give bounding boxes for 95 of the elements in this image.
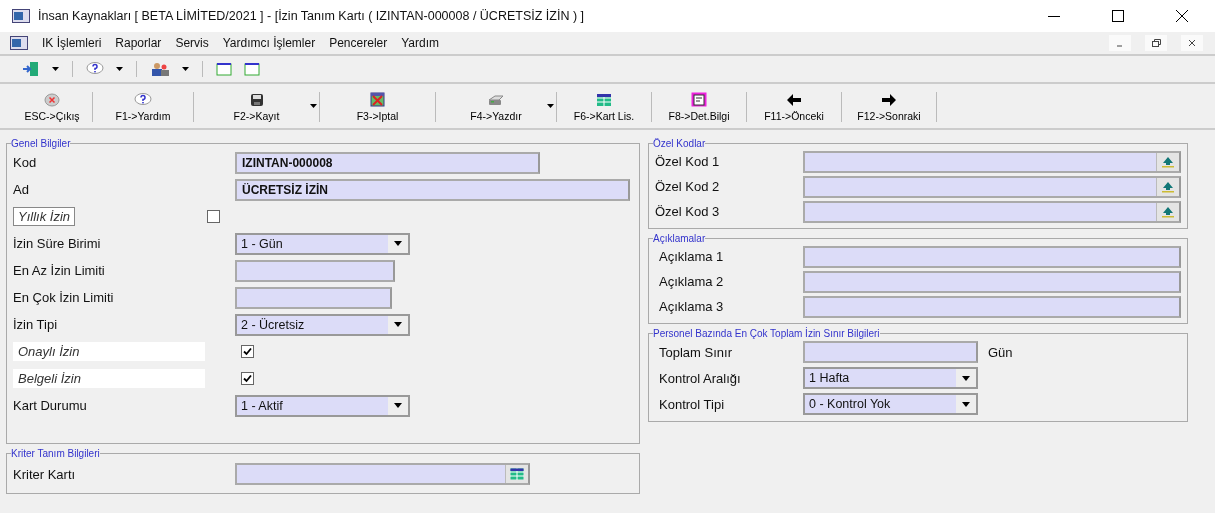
people-icon[interactable] [150,61,170,77]
toolbar-button[interactable]: ESC->Çıkış [12,90,92,124]
right-arrow-icon [882,93,896,106]
field-label: Açıklama 3 [658,299,725,314]
field-label: Toplam Sınır [658,344,733,360]
app-icon [12,9,30,23]
maximize-icon[interactable] [1112,10,1124,22]
checkbox-label: Onaylı İzin [13,342,205,361]
grid-icon[interactable] [510,468,524,480]
text-field[interactable] [803,295,1181,318]
lookup-field[interactable] [803,175,1181,198]
caret-icon[interactable] [394,241,402,246]
text-field[interactable] [803,341,978,363]
field-label: Açıklama 2 [658,274,725,289]
lookup-field[interactable] [803,200,1181,223]
field-label: Özel Kod 3 [655,204,721,219]
toolbar-button[interactable]: F8->Det.Bilgi [652,90,746,124]
detail-icon [691,92,707,107]
caret-icon[interactable] [547,104,554,108]
menu-item[interactable]: Yardımcı İşlemler [222,36,316,50]
text-field[interactable]: IZINTAN-000008 [235,151,540,174]
menu-item[interactable]: Pencereler [329,36,388,50]
field-label: İzin Süre Birimi [13,236,102,251]
upload-icon[interactable] [1161,155,1175,168]
menu-item[interactable]: Yardım [401,36,439,50]
caret-icon[interactable] [116,67,123,71]
caret-icon[interactable] [52,67,59,71]
group-title: Personel Bazında En Çok Toplam İzin Sınır Bilgileri [653,328,880,339]
toolbar-button[interactable]: F2->Kayıt [194,90,319,124]
field-label: Ad [13,182,30,197]
checkbox-label: Belgeli İzin [13,369,205,388]
close-icon[interactable] [1176,10,1188,22]
toolbar-button[interactable]: F6->Kart Lis. [557,90,651,124]
lookup-field[interactable] [803,150,1181,173]
close-icon [44,92,60,107]
caret-icon[interactable] [962,401,970,407]
field-label: En Çok İzin Limiti [13,290,115,305]
field-label: Kriter Kartı [13,466,77,482]
field-label: Özel Kod 2 [655,179,721,194]
toolbar-button[interactable]: F11->Önceki [747,90,841,124]
toolbar-button[interactable]: F3->Iptal [320,90,435,124]
caret-icon[interactable] [394,403,402,408]
text-field[interactable]: ÜCRETSİZ İZİN [235,178,630,201]
close-icon[interactable] [1188,39,1196,47]
help-icon [134,92,152,107]
toolbar-button[interactable]: F4->Yazdır [436,90,556,124]
caret-icon[interactable] [962,375,970,381]
dropdown-field[interactable]: 0 - Kontrol Yok [803,393,978,415]
dropdown-field[interactable]: 2 - Ücretsiz [235,313,410,336]
field-label: Kod [13,155,38,170]
group-title: Özel Kodlar [653,138,706,149]
grid-icon [596,92,612,107]
upload-icon[interactable] [1161,205,1175,218]
text-field[interactable] [803,245,1181,268]
lookup-field[interactable] [235,463,530,485]
field-label: Kontrol Tipi [658,396,726,412]
checkbox[interactable] [241,372,254,385]
caret-icon[interactable] [310,104,317,108]
group-title: Kriter Tanım Bilgileri [11,448,100,459]
toolbar-button[interactable] [84,61,125,77]
dropdown-field[interactable]: 1 - Aktif [235,394,410,417]
help-icon[interactable] [86,62,104,76]
door-exit-icon[interactable] [22,61,40,77]
printer-icon [487,92,505,107]
app-icon [10,36,28,50]
field-label: En Az İzin Limiti [13,263,106,278]
caret-icon[interactable] [394,322,402,327]
toolbar-button[interactable]: F12->Sonraki [842,90,936,124]
text-field[interactable] [235,259,395,282]
restore-icon[interactable] [1151,39,1161,47]
toolbar-button[interactable] [20,60,61,78]
left-arrow-icon [787,93,801,106]
text-field[interactable] [235,286,392,309]
dropdown-field[interactable]: 1 - Gün [235,232,410,255]
field-label: Kart Durumu [13,398,88,413]
window-title: İnsan Kaynakları [ BETA LİMİTED/2021 ] - [İzin Tanım Kartı ( IZINTAN-000008 / ÜCRETSİZ İZİN ) ] [38,9,585,23]
caret-icon[interactable] [182,67,189,71]
checkbox[interactable] [241,345,254,358]
toolbar-button[interactable]: F1->Yardım [93,90,193,124]
checkbox-label: Yıllık İzin [13,207,75,226]
checkbox[interactable] [207,210,220,223]
unit-label: Gün [988,344,1013,360]
menu-item[interactable]: Raporlar [115,36,162,50]
field-label: Özel Kod 1 [655,154,721,169]
cancel-icon [370,92,385,107]
group-title: Açıklamalar [653,233,706,244]
menu-item[interactable]: IK İşlemleri [42,36,102,50]
text-field[interactable] [803,270,1181,293]
field-label: Açıklama 1 [658,249,725,264]
group-title: Genel Bilgiler [11,138,71,149]
field-label: Kontrol Aralığı [658,370,742,386]
menu-item[interactable]: Servis [175,36,209,50]
field-label: İzin Tipi [13,317,59,332]
upload-icon[interactable] [1161,180,1175,193]
dropdown-field[interactable]: 1 Hafta [803,367,978,389]
